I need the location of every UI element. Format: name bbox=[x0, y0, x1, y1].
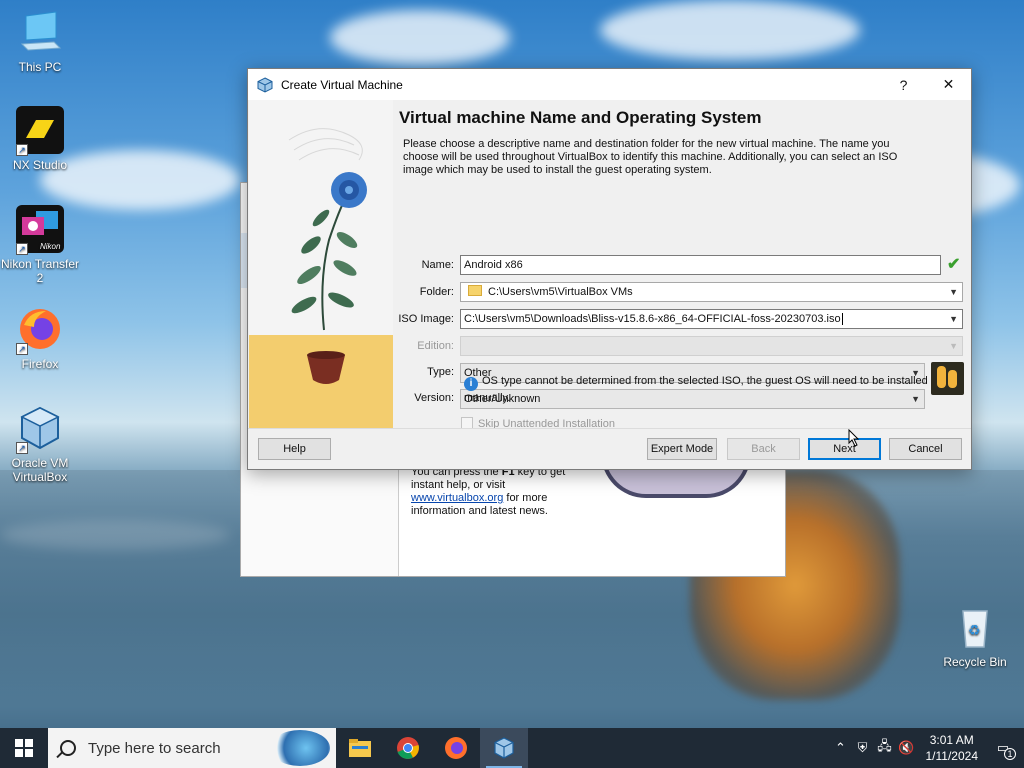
name-label: Name: bbox=[421, 259, 454, 271]
folder-label: Folder: bbox=[419, 286, 454, 298]
edition-select[interactable]: ▼ bbox=[460, 336, 963, 356]
iso-image-label: ISO Image: bbox=[398, 313, 454, 325]
type-label: Type: bbox=[427, 366, 454, 378]
clock-time: 3:01 AM bbox=[929, 733, 974, 747]
virtualbox-link[interactable]: www.virtualbox.org bbox=[411, 492, 503, 504]
network-icon[interactable]: 🖧 bbox=[874, 737, 896, 759]
search-placeholder: Type here to search bbox=[88, 739, 221, 757]
desktop-icon-label: Recycle Bin bbox=[943, 655, 1007, 669]
shortcut-arrow-icon: ↗ bbox=[16, 442, 28, 454]
info-icon: i bbox=[464, 377, 478, 391]
svg-text:♻: ♻ bbox=[968, 623, 981, 639]
desktop-icon-nikon-transfer[interactable]: Nikon ↗ Nikon Transfer 2 bbox=[0, 205, 80, 285]
flower-illustration bbox=[249, 128, 393, 428]
clock[interactable]: 3:01 AM 1/11/2024 bbox=[926, 732, 979, 764]
back-button[interactable]: Back bbox=[727, 438, 800, 460]
cancel-button[interactable]: Cancel bbox=[889, 438, 962, 460]
start-button[interactable] bbox=[0, 728, 48, 768]
computer-icon bbox=[16, 8, 64, 56]
nikon-transfer-icon: Nikon ↗ bbox=[16, 205, 64, 255]
desktop-icon-nx-studio[interactable]: ↗ NX Studio bbox=[0, 106, 80, 172]
desktop-icon-recycle-bin[interactable]: ♻ Recycle Bin bbox=[935, 603, 1015, 669]
volume-muted-icon[interactable]: 🔇 bbox=[896, 740, 918, 756]
recycle-bin-icon: ♻ bbox=[951, 603, 999, 651]
expert-mode-button[interactable]: Expert Mode bbox=[647, 438, 717, 460]
taskbar-virtualbox[interactable] bbox=[480, 728, 528, 768]
firefox-icon bbox=[445, 737, 467, 759]
close-button[interactable]: ✕ bbox=[926, 69, 971, 100]
folder-select[interactable]: C:\Users\vm5\VirtualBox VMs ▼ bbox=[460, 282, 963, 302]
desktop-icon-label: Firefox bbox=[21, 357, 59, 371]
shortcut-arrow-icon: ↗ bbox=[16, 243, 28, 255]
mouse-cursor-icon bbox=[848, 429, 860, 447]
wizard-illustration bbox=[249, 100, 393, 428]
page-title: Virtual machine Name and Operating Syste… bbox=[399, 108, 762, 127]
taskbar-chrome[interactable] bbox=[384, 728, 432, 768]
dialog-titlebar: Create Virtual Machine ? ✕ bbox=[248, 69, 971, 100]
notifications-icon[interactable]: ▭ 1 bbox=[992, 740, 1016, 760]
iso-image-select[interactable]: C:\Users\vm5\Downloads\Bliss-v15.8.6-x86… bbox=[460, 309, 963, 329]
chevron-up-icon[interactable]: ⌃ bbox=[830, 740, 852, 756]
chevron-down-icon: ▼ bbox=[949, 314, 958, 324]
virtualbox-icon bbox=[257, 76, 273, 93]
desktop-icon-firefox[interactable]: ↗ Firefox bbox=[0, 305, 80, 371]
search-icon bbox=[60, 740, 76, 756]
system-tray: ⌃ ⛨ 🖧 🔇 3:01 AM 1/11/2024 ▭ 1 bbox=[830, 728, 1024, 768]
dialog-footer: Help Expert Mode Back Next Cancel bbox=[248, 428, 971, 469]
next-button[interactable]: Next bbox=[808, 438, 881, 460]
name-input[interactable]: Android x86 bbox=[460, 255, 941, 275]
dialog-title: Create Virtual Machine bbox=[281, 77, 403, 92]
notification-count-badge: 1 bbox=[1004, 748, 1016, 760]
clock-date: 1/11/2024 bbox=[925, 749, 979, 763]
svg-text:Nikon: Nikon bbox=[40, 242, 61, 251]
shortcut-arrow-icon: ↗ bbox=[16, 343, 28, 355]
windows-logo-icon bbox=[15, 739, 33, 757]
desktop-icon-label: Nikon Transfer 2 bbox=[0, 257, 80, 285]
folder-icon bbox=[468, 285, 482, 296]
desktop-icon-this-pc[interactable]: This PC bbox=[0, 8, 80, 74]
firefox-icon: ↗ bbox=[16, 305, 64, 355]
nx-studio-icon: ↗ bbox=[16, 106, 64, 156]
page-description: Please choose a descriptive name and des… bbox=[403, 138, 898, 176]
create-vm-dialog: Create Virtual Machine ? ✕ Virtual machi… bbox=[247, 68, 972, 470]
info-message: i OS type cannot be determined from the s… bbox=[464, 375, 928, 404]
chrome-icon bbox=[397, 737, 419, 759]
chevron-down-icon: ▼ bbox=[949, 341, 958, 351]
edition-label: Edition: bbox=[417, 340, 454, 352]
cloud bbox=[330, 10, 510, 65]
folder-icon bbox=[349, 739, 371, 757]
help-button[interactable]: Help bbox=[258, 438, 331, 460]
cloud bbox=[600, 0, 860, 60]
taskbar-search-box[interactable]: Type here to search bbox=[48, 728, 336, 768]
checkmark-icon: ✔ bbox=[947, 256, 961, 273]
search-highlight-graphic bbox=[270, 730, 330, 766]
shortcut-arrow-icon: ↗ bbox=[16, 144, 28, 156]
taskbar-file-explorer[interactable] bbox=[336, 728, 384, 768]
taskbar-firefox[interactable] bbox=[432, 728, 480, 768]
chevron-down-icon: ▼ bbox=[949, 287, 958, 297]
virtualbox-icon bbox=[494, 737, 514, 759]
taskbar: Type here to search ⌃ ⛨ 🖧 🔇 3:01 AM 1/11… bbox=[0, 728, 1024, 768]
desktop-icon-virtualbox[interactable]: ↗ Oracle VM VirtualBox bbox=[0, 404, 80, 484]
desktop-icon-label: Oracle VM VirtualBox bbox=[11, 456, 69, 484]
context-help-button[interactable]: ? bbox=[881, 69, 926, 100]
desktop-icon-label: NX Studio bbox=[12, 158, 68, 172]
desktop-icon-label: This PC bbox=[18, 60, 62, 74]
virtualbox-icon: ↗ bbox=[16, 404, 64, 454]
version-label: Version: bbox=[414, 392, 454, 404]
welcome-text: You can press the F1 key to get instant … bbox=[411, 466, 566, 517]
security-icon[interactable]: ⛨ bbox=[852, 740, 874, 756]
